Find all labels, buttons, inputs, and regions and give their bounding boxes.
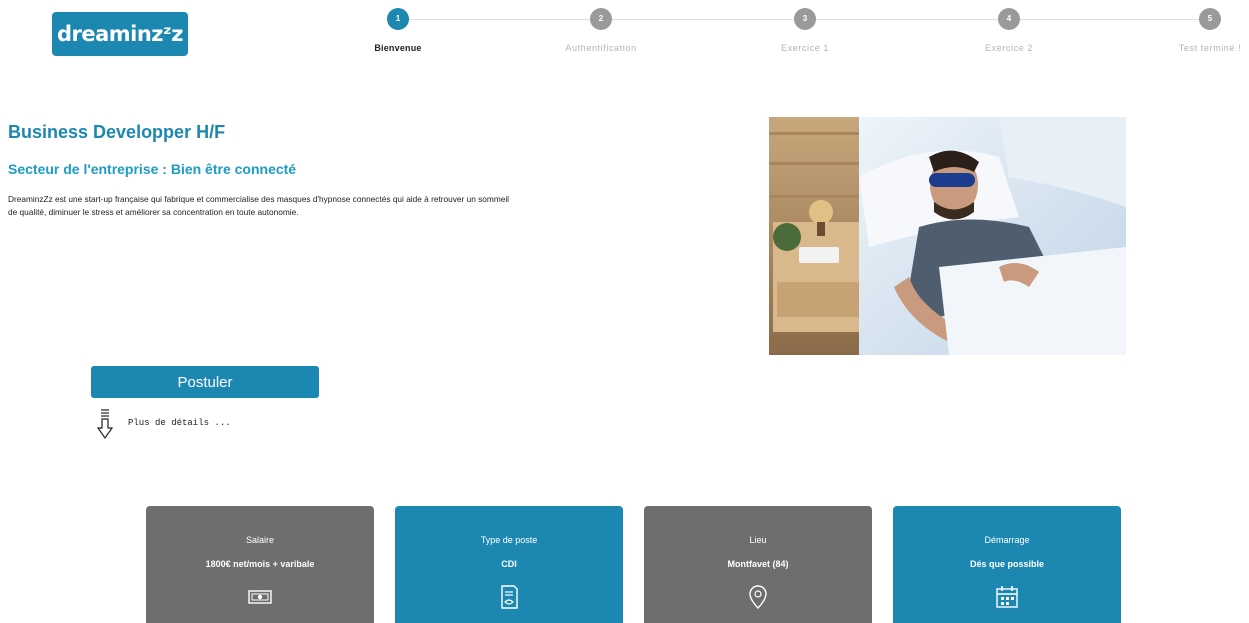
logo-text: dreaminzᶻz: [56, 22, 184, 46]
step-3-label: Exercice 1: [780, 43, 830, 53]
step-1-circle: 1: [387, 8, 409, 30]
sleeping-man-photo: [769, 117, 1126, 355]
calendar-icon: [996, 586, 1018, 608]
more-details-label: Plus de détails ...: [128, 418, 231, 428]
step-5-circle: 5: [1199, 8, 1221, 30]
step-1: 1 Bienvenue: [338, 8, 458, 53]
location-card-value: Montfavet (84): [727, 559, 789, 569]
step-2-label: Authentification: [565, 43, 637, 53]
step-4-label: Exercice 2: [984, 43, 1034, 53]
company-sector: Secteur de l'entreprise : Bien être conn…: [8, 161, 297, 177]
contract-icon: [501, 585, 518, 609]
step-5-label: Test terminé !: [1178, 43, 1242, 53]
salary-card-title: Salaire: [245, 535, 274, 545]
progress-stepper: 1 Bienvenue 2 Authentification 3 Exercic…: [360, 8, 1249, 58]
step-4-circle: 4: [998, 8, 1020, 30]
start-date-card-title: Démarrage: [984, 535, 1030, 545]
salary-card-value: 1800€ net/mois + varibale: [205, 559, 315, 569]
company-description: DreaminzZz est une start-up française qu…: [8, 194, 510, 217]
start-date-card: Démarrage Dés que possible: [893, 506, 1121, 623]
location-pin-icon: [749, 585, 767, 609]
contract-card-title: Type de poste: [480, 535, 538, 545]
more-details-link[interactable]: Plus de détails ...: [96, 408, 231, 440]
step-2-circle: 2: [590, 8, 612, 30]
step-1-label: Bienvenue: [374, 43, 422, 53]
contract-card: Type de poste CDI: [395, 506, 623, 623]
step-3: 3 Exercice 1: [745, 8, 865, 53]
money-icon: [248, 590, 272, 604]
apply-button[interactable]: Postuler: [91, 366, 319, 398]
start-date-card-value: Dés que possible: [969, 559, 1045, 569]
brand-logo[interactable]: dreaminzᶻz: [52, 12, 188, 56]
arrow-down-icon: [96, 409, 114, 440]
step-5: 5 Test terminé !: [1150, 8, 1249, 53]
step-4: 4 Exercice 2: [949, 8, 1069, 53]
job-title: Business Developper H/F: [8, 122, 226, 142]
salary-card: Salaire 1800€ net/mois + varibale: [146, 506, 374, 623]
location-card: Lieu Montfavet (84): [644, 506, 872, 623]
location-card-title: Lieu: [749, 535, 767, 545]
step-3-circle: 3: [794, 8, 816, 30]
contract-card-value: CDI: [501, 559, 517, 569]
step-2: 2 Authentification: [541, 8, 661, 53]
job-offer-page: dreaminzᶻz 1 Bienvenue 2 Authentificatio…: [0, 0, 1249, 623]
